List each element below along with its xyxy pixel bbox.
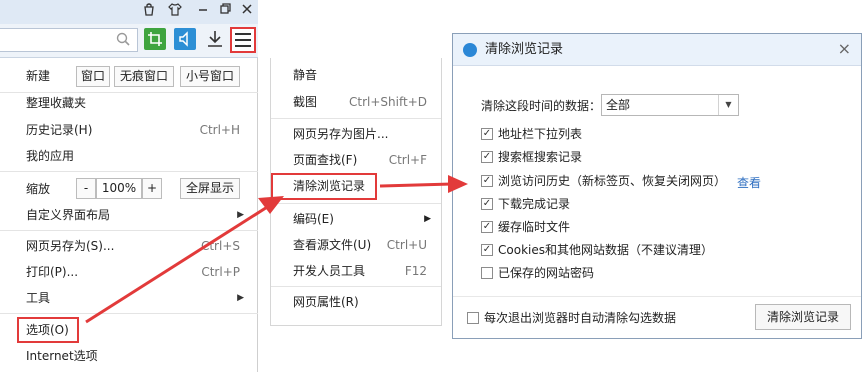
shortcut-label: Ctrl+U	[386, 238, 427, 252]
menu-item-tools[interactable]: 工具 ▶	[0, 287, 258, 309]
checkbox[interactable]	[467, 312, 479, 324]
bag-icon[interactable]	[140, 2, 158, 20]
shortcut-label: Ctrl+S	[200, 239, 240, 253]
menu-item-save-page[interactable]: 网页另存为(S)... Ctrl+S	[0, 235, 258, 257]
time-range-label: 清除这段时间的数据：	[481, 99, 602, 113]
menu-item-label: 打印(P)...	[26, 265, 79, 279]
checkbox[interactable]: ✓	[481, 128, 493, 140]
clear-history-dialog: 清除浏览记录 × 清除这段时间的数据： 全部 ▼ ✓ 地址栏下拉列表 ✓ 搜索框…	[452, 33, 862, 339]
checkbox[interactable]: ✓	[481, 175, 493, 187]
menu-item-label: 自定义界面布局	[26, 208, 111, 222]
clear-history-button[interactable]: 清除浏览记录	[755, 304, 851, 330]
menu-item-label: 静音	[293, 68, 318, 82]
hamburger-menu-icon	[235, 33, 251, 47]
zoom-label: 缩放	[26, 182, 51, 196]
submenu-item-dev-tools[interactable]: 开发人员工具 F12	[271, 260, 441, 282]
new-incognito-window-button[interactable]: 无痕窗口	[114, 66, 174, 87]
crop-tool-icon[interactable]	[144, 28, 166, 50]
clear-history-highlight-box	[271, 173, 377, 200]
main-menu: 新建 窗口 无痕窗口 小号窗口 整理收藏夹 历史记录(H) Ctrl+H 我的应…	[0, 58, 258, 372]
options-highlight-box	[17, 317, 79, 343]
menu-item-label: 编码(E)	[293, 212, 334, 226]
submenu-arrow-icon: ▶	[424, 214, 431, 224]
submenu-item-find[interactable]: 页面查找(F) Ctrl+F	[271, 149, 441, 171]
zoom-value: 100%	[96, 178, 142, 199]
options-submenu: 静音 截图 Ctrl+Shift+D 网页另存为图片... 页面查找(F) Ct…	[270, 58, 442, 326]
dropdown-arrow-icon: ▼	[718, 95, 738, 115]
menu-item-label: 页面查找(F)	[293, 153, 358, 167]
dialog-close-button[interactable]: ×	[838, 41, 851, 57]
checkbox[interactable]: ✓	[481, 198, 493, 210]
sound-icon[interactable]	[174, 28, 196, 50]
new-window-button[interactable]: 窗口	[76, 66, 110, 87]
submenu-item-save-as-image[interactable]: 网页另存为图片...	[271, 123, 441, 145]
address-bar[interactable]	[0, 28, 138, 52]
zoom-in-button[interactable]: +	[142, 178, 162, 199]
time-range-value: 全部	[606, 98, 631, 112]
menu-item-label: 网页另存为(S)...	[26, 239, 115, 253]
checkbox-label: 搜索框搜索记录	[498, 150, 583, 164]
menu-item-label: 网页属性(R)	[293, 295, 359, 309]
submenu-item-screenshot[interactable]: 截图 Ctrl+Shift+D	[271, 91, 441, 113]
shirt-icon[interactable]	[166, 2, 184, 20]
menu-item-my-apps[interactable]: 我的应用	[0, 145, 258, 167]
new-row: 新建 窗口 无痕窗口 小号窗口	[0, 62, 258, 90]
menu-item-label: 开发人员工具	[293, 264, 366, 278]
submenu-item-page-properties[interactable]: 网页属性(R)	[271, 291, 441, 313]
checkbox-label: 地址栏下拉列表	[498, 127, 583, 141]
checkbox-label: 每次退出浏览器时自动清除勾选数据	[484, 311, 677, 325]
menu-item-label: 工具	[26, 291, 51, 305]
checkbox[interactable]: ✓	[481, 151, 493, 163]
checkbox[interactable]: ✓	[481, 244, 493, 256]
shortcut-label: Ctrl+Shift+D	[349, 95, 427, 109]
dialog-title-bar: 清除浏览记录 ×	[453, 34, 861, 66]
menu-item-internet-options[interactable]: Internet选项	[0, 345, 258, 367]
zoom-out-button[interactable]: -	[76, 178, 96, 199]
checkbox-label: Cookies和其他网站数据（不建议清理）	[498, 243, 713, 257]
new-label: 新建	[26, 69, 51, 83]
time-range-select[interactable]: 全部 ▼	[601, 94, 739, 116]
dialog-title: 清除浏览记录	[485, 42, 564, 57]
menu-item-favorites[interactable]: 整理收藏夹	[0, 92, 258, 114]
search-icon[interactable]	[115, 31, 131, 50]
menu-item-label: 截图	[293, 95, 318, 109]
shortcut-label: Ctrl+H	[199, 123, 240, 137]
view-history-link[interactable]: 查看	[737, 174, 761, 191]
shortcut-label: F12	[404, 264, 427, 278]
submenu-arrow-icon: ▶	[237, 210, 244, 220]
browser-toolbar	[0, 24, 258, 58]
menu-item-label: 整理收藏夹	[26, 96, 87, 110]
close-icon[interactable]	[238, 2, 256, 20]
menu-item-label: 历史记录(H)	[26, 123, 93, 137]
submenu-arrow-icon: ▶	[237, 293, 244, 303]
menu-item-label: 网页另存为图片...	[293, 127, 389, 141]
checkbox[interactable]	[481, 267, 493, 279]
submenu-item-view-source[interactable]: 查看源文件(U) Ctrl+U	[271, 234, 441, 256]
title-bar	[0, 0, 258, 24]
checkbox[interactable]: ✓	[481, 221, 493, 233]
submenu-item-mute[interactable]: 静音	[271, 64, 441, 86]
shortcut-label: Ctrl+F	[388, 153, 427, 167]
restore-icon[interactable]	[216, 2, 234, 20]
menu-item-history[interactable]: 历史记录(H) Ctrl+H	[0, 119, 258, 141]
screenshot-root: 新建 窗口 无痕窗口 小号窗口 整理收藏夹 历史记录(H) Ctrl+H 我的应…	[0, 0, 862, 372]
checkbox-label: 下载完成记录	[498, 197, 571, 211]
menu-item-custom-layout[interactable]: 自定义界面布局 ▶	[0, 204, 258, 226]
zoom-row: 缩放 - 100% + 全屏显示	[0, 176, 258, 202]
minimize-icon[interactable]	[194, 2, 212, 20]
shortcut-label: Ctrl+P	[201, 265, 240, 279]
download-icon[interactable]	[204, 28, 226, 50]
browser-logo-icon	[463, 43, 477, 57]
main-menu-button[interactable]	[230, 27, 256, 53]
submenu-item-encoding[interactable]: 编码(E) ▶	[271, 208, 441, 230]
fullscreen-button[interactable]: 全屏显示	[180, 178, 240, 199]
menu-item-label: 查看源文件(U)	[293, 238, 372, 252]
checkbox-label: 浏览访问历史（新标签页、恢复关闭网页）	[498, 174, 727, 188]
new-alt-account-window-button[interactable]: 小号窗口	[180, 66, 240, 87]
menu-item-label: Internet选项	[26, 349, 98, 363]
checkbox-label: 缓存临时文件	[498, 220, 571, 234]
checkbox-label: 已保存的网站密码	[498, 266, 595, 280]
menu-item-print[interactable]: 打印(P)... Ctrl+P	[0, 261, 258, 283]
menu-item-label: 我的应用	[26, 149, 75, 163]
